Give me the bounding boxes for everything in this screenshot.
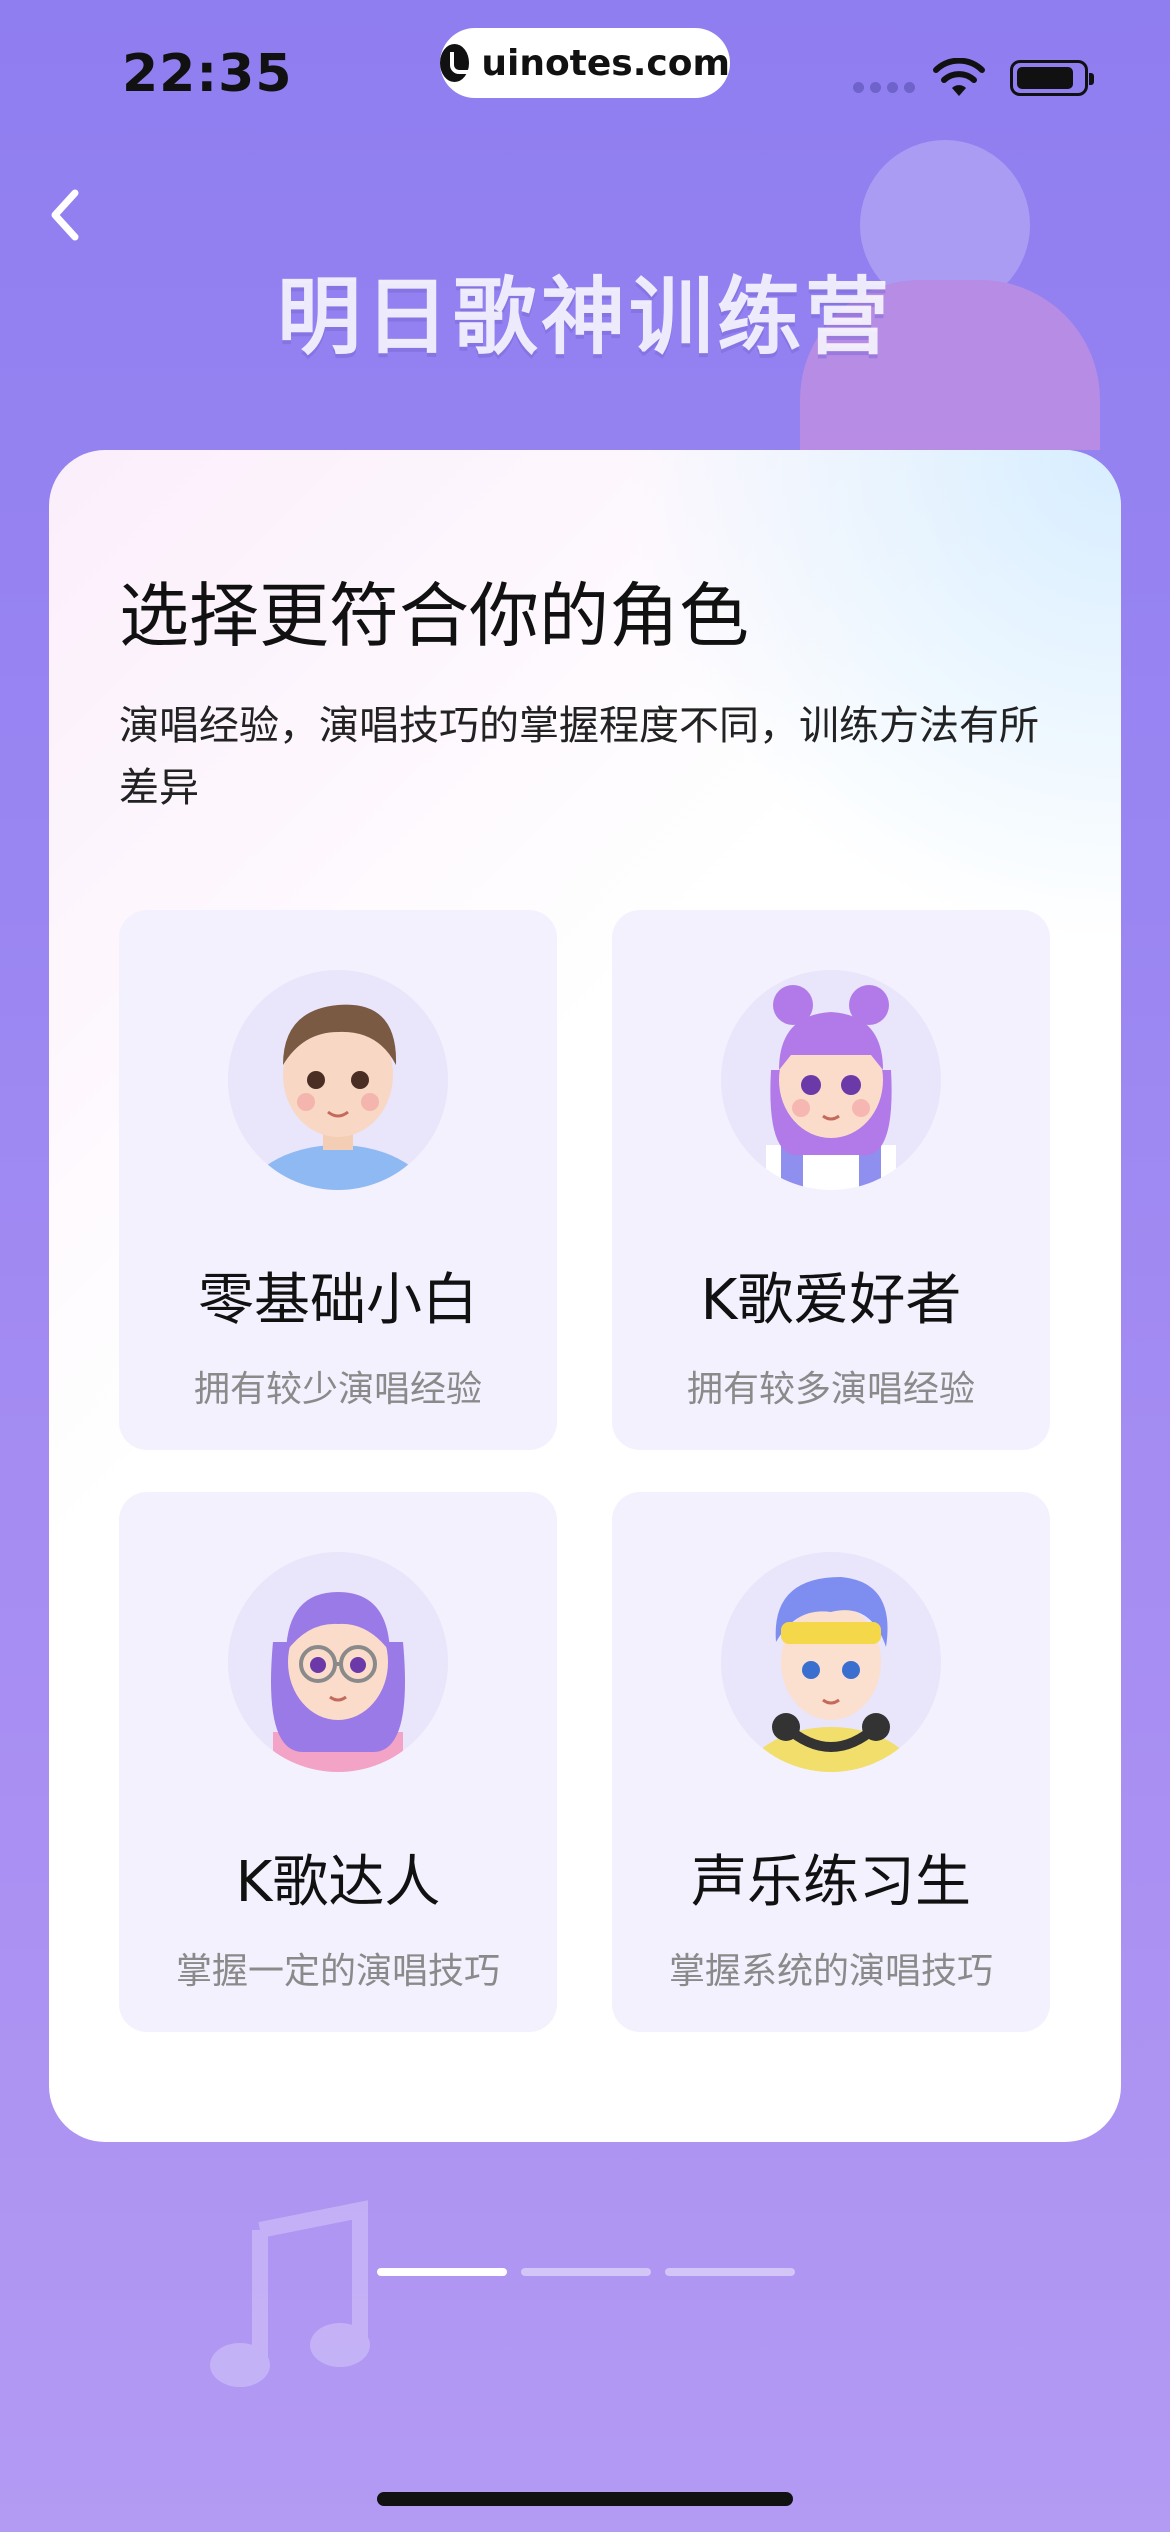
page-dot-3 — [665, 2268, 795, 2276]
role-option-beginner[interactable]: 零基础小白 拥有较少演唱经验 — [119, 910, 557, 1450]
card-description: 演唱经验，演唱技巧的掌握程度不同，训练方法有所差异 — [119, 703, 1039, 811]
back-button[interactable] — [30, 180, 100, 250]
page-dot-2 — [521, 2268, 651, 2276]
role-title: 零基础小白 — [198, 1268, 478, 1333]
page-dot-1 — [377, 2268, 507, 2276]
battery-icon — [1010, 60, 1094, 96]
role-title: K歌爱好者 — [700, 1268, 962, 1333]
page-title: 明日歌神训练营 — [276, 268, 893, 366]
boy-avatar — [228, 970, 448, 1190]
status-time: 22:35 — [122, 44, 293, 104]
wifi-icon — [933, 58, 985, 96]
role-subtitle: 拥有较少演唱经验 — [193, 1369, 482, 1410]
role-subtitle: 掌握系统的演唱技巧 — [668, 1951, 993, 1992]
role-option-karaoke-fan[interactable]: K歌爱好者 拥有较多演唱经验 — [612, 910, 1050, 1450]
music-note-icon — [210, 2200, 370, 2387]
site-logo-icon — [440, 44, 477, 82]
url-text: uinotes.com — [481, 42, 730, 84]
role-subtitle: 掌握一定的演唱技巧 — [175, 1951, 500, 1992]
boy-headphones-avatar — [721, 1552, 941, 1772]
role-title: 声乐练习生 — [691, 1850, 971, 1915]
role-option-karaoke-expert[interactable]: K歌达人 掌握一定的演唱技巧 — [119, 1492, 557, 2032]
pagination-indicator — [377, 2268, 795, 2276]
signal-icon — [853, 82, 915, 93]
role-selection-card: 选择更符合你的角色 演唱经验，演唱技巧的掌握程度不同，训练方法有所差异 零基础小… — [49, 450, 1121, 2142]
role-option-vocal-trainee[interactable]: 声乐练习生 掌握系统的演唱技巧 — [612, 1492, 1050, 2032]
url-pill[interactable]: uinotes.com — [440, 28, 730, 98]
role-title: K歌达人 — [235, 1850, 441, 1915]
role-subtitle: 拥有较多演唱经验 — [686, 1369, 975, 1410]
chevron-left-icon — [51, 189, 79, 241]
girl-glasses-avatar — [228, 1552, 448, 1772]
girl-purple-bun-avatar — [721, 970, 941, 1190]
card-title: 选择更符合你的角色 — [119, 575, 749, 657]
home-indicator[interactable] — [377, 2492, 793, 2506]
